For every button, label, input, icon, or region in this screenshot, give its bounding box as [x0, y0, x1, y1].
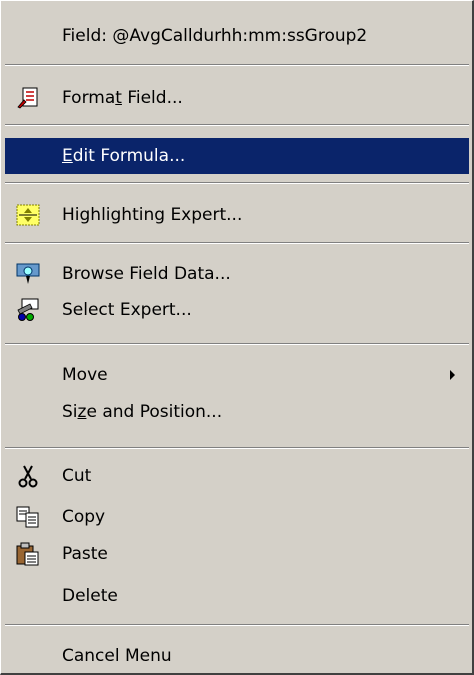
menu-item-size-and-position[interactable]: Size and Position...	[5, 394, 469, 430]
format-field-icon	[16, 86, 40, 110]
menu-item-label: Copy	[62, 507, 106, 527]
menu-item-select-expert[interactable]: Select Expert...	[5, 292, 469, 328]
menu-separator	[5, 64, 469, 66]
menu-item-label: Edit Formula...	[62, 146, 186, 166]
menu-item-label: Size and Position...	[62, 402, 223, 422]
menu-item-format-field[interactable]: Format Field...	[5, 80, 469, 116]
menu-item-copy[interactable]: Copy	[5, 499, 469, 535]
menu-item-label: Paste	[62, 544, 108, 564]
select-expert-icon	[16, 298, 40, 322]
copy-icon	[16, 505, 40, 529]
menu-item-cut[interactable]: Cut	[5, 458, 469, 494]
menu-item-highlighting-expert[interactable]: Highlighting Expert...	[5, 197, 469, 233]
context-menu: Field: @AvgCalldurhh:mm:ssGroup2 Format …	[0, 0, 474, 675]
menu-separator	[5, 447, 469, 449]
menu-item-label: Move	[62, 365, 108, 385]
menu-separator	[5, 343, 469, 345]
highlighting-expert-icon	[16, 203, 40, 227]
menu-item-cancel-menu[interactable]: Cancel Menu	[5, 638, 469, 674]
menu-separator	[5, 182, 469, 184]
browse-field-data-icon	[16, 262, 40, 286]
menu-item-delete[interactable]: Delete	[5, 578, 469, 614]
menu-separator	[5, 124, 469, 126]
menu-item-label: Cut	[62, 466, 92, 486]
menu-item-label: Browse Field Data...	[62, 264, 231, 284]
menu-header-field: Field: @AvgCalldurhh:mm:ssGroup2	[5, 18, 469, 54]
menu-item-paste[interactable]: Paste	[5, 536, 469, 572]
menu-item-label: Cancel Menu	[62, 646, 172, 666]
menu-item-label: Format Field...	[62, 88, 183, 108]
menu-item-label: Highlighting Expert...	[62, 205, 243, 225]
menu-item-move[interactable]: Move	[5, 357, 469, 393]
menu-item-browse-field-data[interactable]: Browse Field Data...	[5, 256, 469, 292]
menu-item-label: Delete	[62, 586, 118, 606]
menu-item-label: Select Expert...	[62, 300, 192, 320]
menu-separator	[5, 242, 469, 244]
chevron-right-icon	[450, 370, 455, 380]
scissors-icon	[16, 464, 40, 488]
menu-header-label: Field: @AvgCalldurhh:mm:ssGroup2	[62, 26, 368, 46]
menu-item-edit-formula[interactable]: Edit Formula...	[5, 138, 469, 174]
paste-icon	[16, 542, 40, 566]
menu-separator	[5, 624, 469, 626]
